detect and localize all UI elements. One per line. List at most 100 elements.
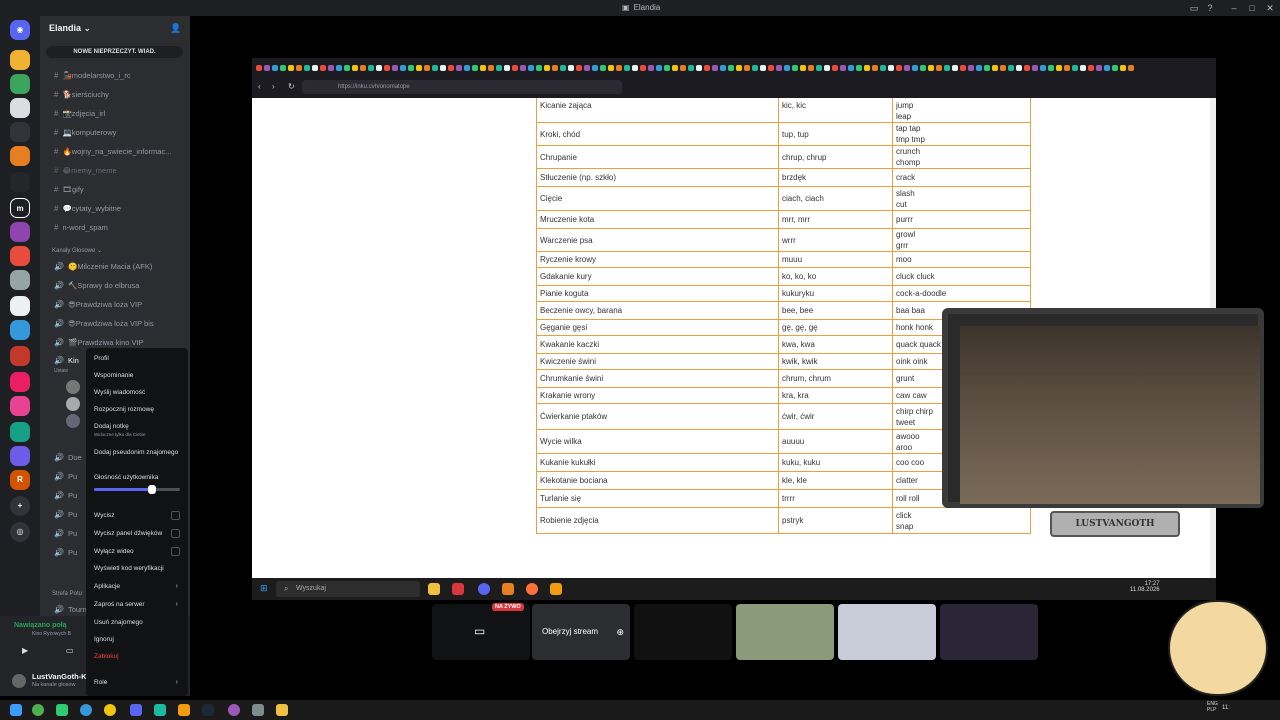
browser-tab[interactable] (728, 65, 734, 71)
app-icon[interactable] (452, 583, 464, 595)
menu-item-remove-friend[interactable]: Usuń znajomego (94, 619, 143, 626)
help-icon[interactable]: ? (1204, 2, 1216, 14)
channel-item[interactable]: # 🚂modelarstwo_i_rc (54, 71, 131, 80)
browser-tab[interactable] (704, 65, 710, 71)
browser-tab[interactable] (864, 65, 870, 71)
participant-tile[interactable] (736, 604, 834, 660)
windows-start-icon[interactable]: ⊞ (260, 583, 268, 594)
browser-tab[interactable] (296, 65, 302, 71)
user-volume-handle[interactable] (148, 485, 157, 494)
menu-item-send-message[interactable]: Wyślij wiadomość (94, 389, 145, 396)
discord-icon[interactable] (478, 583, 490, 595)
steam-icon[interactable] (202, 704, 214, 716)
browser-tab[interactable] (840, 65, 846, 71)
browser-tab[interactable] (560, 65, 566, 71)
browser-tab[interactable] (800, 65, 806, 71)
app-icon[interactable] (56, 704, 68, 716)
browser-tab[interactable] (320, 65, 326, 71)
voice-channel-item[interactable]: 🔊 😎Prawdziwa loża VIP (54, 300, 142, 309)
browser-tab[interactable] (584, 65, 590, 71)
browser-tab[interactable] (384, 65, 390, 71)
browser-tab[interactable] (952, 65, 958, 71)
browser-tab[interactable] (1120, 65, 1126, 71)
server-icon[interactable] (10, 172, 30, 192)
browser-tab[interactable] (512, 65, 518, 71)
server-icon[interactable]: m (10, 198, 30, 218)
browser-tab-strip[interactable] (256, 61, 1212, 75)
browser-tab[interactable] (440, 65, 446, 71)
browser-tab[interactable] (304, 65, 310, 71)
minimize-button[interactable]: – (1228, 2, 1240, 14)
video-off-icon[interactable]: ▶ (22, 646, 28, 655)
browser-tab[interactable] (640, 65, 646, 71)
menu-item-verify-code[interactable]: Wyświetl kod weryfikacji (94, 565, 164, 572)
voice-channel-item[interactable]: 🔊 Kin (54, 356, 79, 365)
folder-icon[interactable] (428, 583, 440, 595)
browser-tab[interactable] (824, 65, 830, 71)
browser-tab[interactable] (664, 65, 670, 71)
app-icon[interactable] (502, 583, 514, 595)
browser-tab[interactable] (984, 65, 990, 71)
browser-tab[interactable] (912, 65, 918, 71)
browser-tab[interactable] (288, 65, 294, 71)
forward-icon[interactable]: › (272, 82, 275, 91)
browser-tab[interactable] (768, 65, 774, 71)
windows-start-icon[interactable] (10, 704, 22, 716)
browser-tab[interactable] (736, 65, 742, 71)
browser-tab[interactable] (920, 65, 926, 71)
browser-tab[interactable] (904, 65, 910, 71)
browser-tab[interactable] (1080, 65, 1086, 71)
vlc-icon[interactable] (550, 583, 562, 595)
participant-tile[interactable] (940, 604, 1038, 660)
browser-tab[interactable] (1064, 65, 1070, 71)
browser-tab[interactable] (392, 65, 398, 71)
voice-channel-item[interactable]: 🔊 Tourn (54, 605, 87, 614)
menu-item-profile[interactable]: Profil (94, 355, 109, 362)
keyboard-layout[interactable]: ENG PLP (1207, 701, 1218, 713)
browser-tab[interactable] (1032, 65, 1038, 71)
browser-tab[interactable] (888, 65, 894, 71)
browser-tab[interactable] (1056, 65, 1062, 71)
server-icon[interactable] (10, 396, 30, 416)
voice-category-label[interactable]: Kanały Głosowe ⌄ (52, 247, 102, 254)
channel-item[interactable]: # n-word_spam (54, 223, 108, 232)
add-member-icon[interactable]: 👤 (170, 23, 181, 34)
browser-tab[interactable] (1088, 65, 1094, 71)
browser-tab[interactable] (960, 65, 966, 71)
watch-stream-button[interactable]: Obejrzyj stream ⊕ (532, 604, 630, 660)
voice-channel-item[interactable]: 🔊 Due (54, 453, 82, 462)
browser-tab[interactable] (856, 65, 862, 71)
browser-tab[interactable] (1048, 65, 1054, 71)
browser-tab[interactable] (688, 65, 694, 71)
menu-item-block[interactable]: Zablokuj (94, 653, 119, 660)
browser-tab[interactable] (1016, 65, 1022, 71)
browser-tab[interactable] (544, 65, 550, 71)
browser-tab[interactable] (896, 65, 902, 71)
inbox-icon[interactable]: ▭ (1188, 2, 1200, 14)
add-server-icon[interactable]: + (10, 496, 30, 516)
clock[interactable]: 17:27 11.08.2026 (1130, 581, 1160, 593)
folder-icon[interactable] (276, 704, 288, 716)
browser-tab[interactable] (432, 65, 438, 71)
menu-item-mentions[interactable]: Wspominanie (94, 372, 133, 379)
back-icon[interactable]: ‹ (258, 82, 261, 91)
avatar[interactable] (66, 397, 80, 411)
browser-tab[interactable] (928, 65, 934, 71)
browser-tab[interactable] (680, 65, 686, 71)
discord-icon[interactable] (130, 704, 142, 716)
browser-tab[interactable] (336, 65, 342, 71)
browser-tab[interactable] (400, 65, 406, 71)
server-icon[interactable] (10, 222, 30, 242)
menu-item-start-call[interactable]: Rozpocznij rozmowę (94, 406, 154, 413)
browser-tab[interactable] (632, 65, 638, 71)
avatar[interactable] (66, 380, 80, 394)
server-icon[interactable] (10, 270, 30, 290)
voice-channel-item[interactable]: 🔊 Pu (54, 510, 77, 519)
browser-tab[interactable] (280, 65, 286, 71)
menu-item-roles[interactable]: Role (94, 679, 107, 686)
voice-channel-item[interactable]: 🔊 Pu (54, 472, 77, 481)
browser-tab[interactable] (376, 65, 382, 71)
server-icon[interactable]: R (10, 470, 30, 490)
browser-tab[interactable] (272, 65, 278, 71)
voice-channel-item[interactable]: 🔊 🤫Milczenie Macia (AFK) (54, 262, 152, 271)
